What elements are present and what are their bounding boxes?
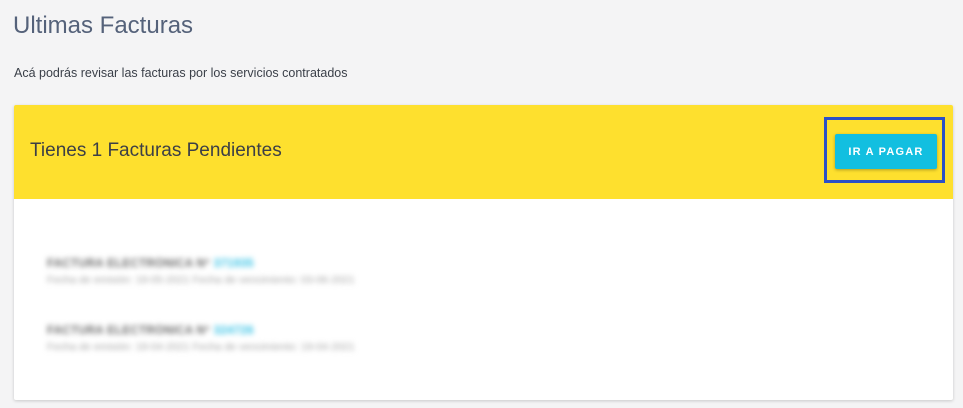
page-title: Ultimas Facturas [13, 12, 194, 39]
invoice-label: FACTURA ELECTRÓNICA Nº [47, 258, 210, 270]
invoice-title: FACTURA ELECTRÓNICA Nº 324726 [47, 325, 355, 337]
invoice-number-link[interactable]: 324726 [214, 325, 254, 337]
go-to-pay-button[interactable]: IR A PAGAR [835, 134, 937, 169]
invoice-label: FACTURA ELECTRÓNICA Nº [47, 325, 210, 337]
invoice-number-link[interactable]: 371935 [214, 258, 254, 270]
invoice-item[interactable]: FACTURA ELECTRÓNICA Nº 324726 Fecha de em… [47, 325, 355, 353]
invoice-dates: Fecha de emisión: 19-04-2021 Fecha de ve… [47, 341, 355, 353]
invoice-dates: Fecha de emisión: 19-05-2021 Fecha de ve… [47, 274, 355, 286]
invoice-item[interactable]: FACTURA ELECTRÓNICA Nº 371935 Fecha de em… [47, 258, 355, 286]
page-subtitle: Acá podrás revisar las facturas por los … [14, 66, 348, 80]
invoice-title: FACTURA ELECTRÓNICA Nº 371935 [47, 258, 355, 270]
pending-invoices-banner: Tienes 1 Facturas Pendientes IR A PAGAR [14, 105, 953, 199]
invoices-card: Tienes 1 Facturas Pendientes IR A PAGAR … [14, 105, 953, 400]
invoices-page: Ultimas Facturas Acá podrás revisar las … [0, 0, 963, 408]
pending-invoices-message: Tienes 1 Facturas Pendientes [30, 140, 282, 161]
